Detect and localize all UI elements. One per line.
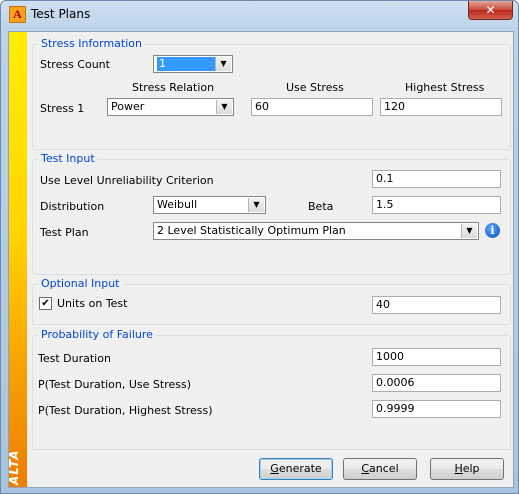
generate-accel-key: G: [270, 462, 279, 475]
stress-relation-dropdown[interactable]: Power ▼: [107, 98, 234, 116]
stress-count-value: 1: [157, 57, 216, 71]
test-plans-window: A Test Plans ✕ ALTA Stress Information S…: [0, 0, 519, 494]
pof-use-stress-label: P(Test Duration, Use Stress): [38, 378, 191, 391]
dialog-body: ALTA Stress Information Stress Count 1 ▼…: [7, 31, 514, 488]
stress-information-group: Stress Information Stress Count 1 ▼ Stre…: [32, 37, 511, 150]
stress-information-title: Stress Information: [39, 37, 144, 50]
cancel-label: ancel: [369, 462, 399, 475]
help-label: elp: [462, 462, 480, 475]
close-button[interactable]: ✕: [468, 1, 513, 20]
help-button[interactable]: Help: [430, 458, 504, 480]
optional-input-title: Optional Input: [39, 277, 122, 290]
chevron-down-icon: ▼: [248, 198, 264, 212]
pof-highest-stress-value: 0.9999: [372, 400, 501, 418]
chevron-down-icon: ▼: [461, 224, 477, 238]
highest-stress-header: Highest Stress: [405, 81, 485, 94]
test-plan-label: Test Plan: [40, 226, 89, 239]
window-title: Test Plans: [31, 7, 91, 21]
test-duration-input[interactable]: 1000: [372, 348, 501, 366]
cancel-button[interactable]: Cancel: [343, 458, 417, 480]
highest-stress-input[interactable]: 120: [380, 98, 502, 116]
brand-sidebar: ALTA: [7, 32, 27, 487]
info-icon[interactable]: i: [485, 223, 500, 238]
optional-input-group: Optional Input ✔ Units on Test 40: [32, 277, 511, 325]
stress-relation-header: Stress Relation: [132, 81, 215, 94]
pof-highest-stress-label: P(Test Duration, Highest Stress): [38, 404, 213, 417]
unreliability-input[interactable]: 0.1: [372, 170, 501, 188]
units-on-test-input[interactable]: 40: [372, 296, 501, 314]
units-on-test-label: Units on Test: [57, 297, 128, 310]
probability-of-failure-group: Probability of Failure Test Duration 100…: [32, 328, 511, 450]
stress-relation-value: Power: [111, 100, 145, 113]
pof-use-stress-value: 0.0006: [372, 374, 501, 392]
test-duration-label: Test Duration: [38, 352, 111, 365]
beta-input[interactable]: 1.5: [372, 196, 501, 214]
help-accel-key: H: [454, 462, 463, 475]
test-plan-dropdown[interactable]: 2 Level Statistically Optimum Plan ▼: [153, 222, 479, 240]
stress-1-label: Stress 1: [40, 102, 85, 115]
units-on-test-checkbox[interactable]: ✔: [39, 297, 52, 310]
app-logo-icon: A: [9, 6, 26, 23]
unreliability-label: Use Level Unreliability Criterion: [40, 174, 214, 187]
stress-count-dropdown[interactable]: 1 ▼: [153, 55, 233, 73]
use-stress-header: Use Stress: [286, 81, 344, 94]
distribution-value: Weibull: [157, 198, 198, 211]
cancel-accel-key: C: [361, 462, 370, 475]
probability-of-failure-title: Probability of Failure: [39, 328, 155, 341]
use-stress-input[interactable]: 60: [251, 98, 373, 116]
stress-count-label: Stress Count: [40, 58, 110, 71]
chevron-down-icon: ▼: [215, 57, 231, 71]
chevron-down-icon: ▼: [216, 100, 232, 114]
test-input-group: Test Input Use Level Unreliability Crite…: [32, 152, 511, 275]
brand-logo: ALTA: [7, 449, 21, 485]
distribution-dropdown[interactable]: Weibull ▼: [153, 196, 266, 214]
test-input-title: Test Input: [39, 152, 97, 165]
generate-button[interactable]: Generate: [259, 458, 333, 480]
beta-label: Beta: [308, 200, 334, 213]
generate-label: enerate: [278, 462, 322, 475]
title-bar: A Test Plans ✕: [1, 1, 518, 28]
test-plan-value: 2 Level Statistically Optimum Plan: [157, 224, 346, 237]
distribution-label: Distribution: [40, 200, 105, 213]
